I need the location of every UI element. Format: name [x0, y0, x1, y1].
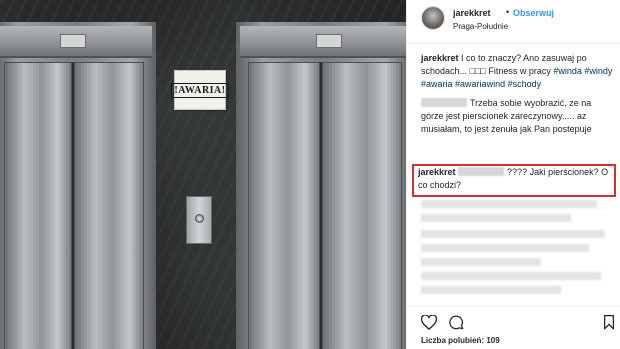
elevator-door	[322, 62, 402, 349]
hashtag-link[interactable]: #schody	[508, 79, 542, 89]
post-username[interactable]: jarekkret	[453, 8, 491, 18]
blurred-mention	[458, 167, 505, 176]
elevator-left-header	[0, 26, 152, 58]
hashtag-link[interactable]: #windy	[584, 66, 612, 76]
caption-comment: jarekkret I co to znaczy? Ano zasuwaj po…	[421, 52, 613, 91]
comment-username[interactable]: jarekkret	[421, 53, 459, 63]
hashtag-link[interactable]: #awariawind	[455, 79, 505, 89]
comment-username[interactable]: jarekkret	[418, 167, 456, 177]
elevator-right	[236, 22, 406, 349]
elevator-door	[248, 62, 320, 349]
post-location[interactable]: Praga-Południe	[453, 22, 508, 31]
comment-icon[interactable]	[449, 315, 464, 330]
bookmark-icon[interactable]	[603, 315, 615, 330]
awaria-notice: !AWARIA!	[171, 70, 229, 110]
floor-indicator	[316, 34, 342, 48]
call-button	[195, 214, 204, 223]
blurred-comment	[421, 214, 571, 222]
comment-emoji: □□□	[469, 66, 486, 76]
elevator-door	[4, 62, 72, 349]
blurred-comment	[421, 230, 605, 238]
elevator-door	[74, 62, 144, 349]
avatar[interactable]	[421, 6, 445, 30]
blurred-comment	[421, 258, 541, 266]
hashtag-link[interactable]: #winda	[553, 66, 582, 76]
follow-button[interactable]: Obserwuj	[513, 8, 554, 18]
floor-indicator	[60, 34, 86, 48]
blurred-username	[421, 98, 467, 107]
list-item: Trzeba sobie wyobrazić, ze na górze jest…	[421, 97, 613, 136]
hashtag-link[interactable]: #awaria	[421, 79, 453, 89]
separator-dot: •	[506, 7, 510, 17]
blurred-comment	[421, 200, 597, 208]
blurred-comment	[421, 244, 589, 252]
elevator-left	[0, 22, 156, 349]
likes-count[interactable]: Liczba polubień: 109	[421, 336, 500, 345]
blurred-comment	[421, 272, 601, 280]
comment-text: Fitness w pracy	[485, 66, 554, 76]
elevator-right-header	[240, 26, 406, 58]
post-photo[interactable]: !AWARIA!	[0, 0, 406, 349]
call-button-panel	[186, 196, 212, 244]
notice-text: !AWARIA!	[171, 82, 229, 98]
blurred-comment	[421, 286, 561, 294]
comments-list: jarekkret I co to znaczy? Ano zasuwaj po…	[421, 52, 613, 142]
heart-icon[interactable]	[421, 315, 437, 330]
post-header: jarekkret • Obserwuj Praga-Południe	[407, 0, 620, 44]
highlighted-comment: jarekkret ???? Jaki pierścionek? O co ch…	[418, 166, 610, 192]
